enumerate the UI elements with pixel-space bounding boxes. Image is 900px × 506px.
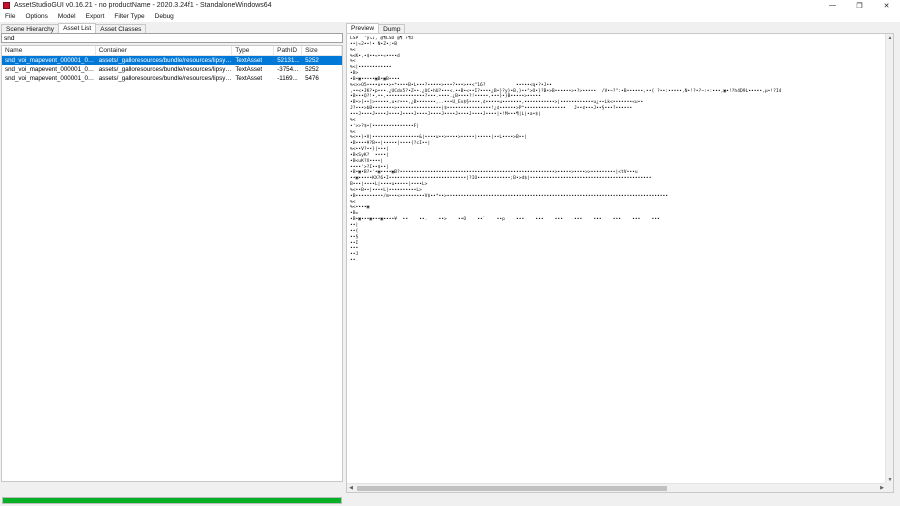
minimize-button[interactable]: — xyxy=(819,0,846,11)
left-tab-strip: Scene Hierarchy Asset List Asset Classes xyxy=(1,23,147,33)
asset-type: TextAsset xyxy=(235,66,263,73)
column-header-pathid[interactable]: PathID xyxy=(274,46,303,55)
menu-bar: File Options Model Export Filter Type De… xyxy=(0,11,900,22)
title-bar: AssetStudioGUI v0.16.21 - no productName… xyxy=(0,0,900,11)
asset-type: TextAsset xyxy=(235,75,263,82)
tab-asset-list[interactable]: Asset List xyxy=(58,23,97,33)
progress-fill xyxy=(3,498,341,503)
progress-bar xyxy=(2,497,342,504)
column-header-size[interactable]: Size xyxy=(302,46,342,55)
scroll-left-icon[interactable]: ◀ xyxy=(347,484,355,492)
asset-row[interactable]: snd_voi_mapevent_000001_0002 assets/_gal… xyxy=(2,74,342,83)
menu-model[interactable]: Model xyxy=(53,13,81,20)
asset-name: snd_voi_mapevent_000001_0001 xyxy=(5,57,96,64)
right-tab-strip: Preview Dump xyxy=(346,23,406,33)
menu-export[interactable]: Export xyxy=(81,13,110,20)
asset-name: snd_voi_mapevent_000001_0002 xyxy=(5,75,96,82)
asset-pathid: -3754... xyxy=(277,66,299,73)
window-title: AssetStudioGUI v0.16.21 - no productName… xyxy=(14,2,272,9)
column-header-type[interactable]: Type xyxy=(232,46,275,55)
asset-size: 5476 xyxy=(305,75,319,82)
horizontal-scroll-thumb[interactable] xyxy=(357,486,667,491)
tab-scene-hierarchy[interactable]: Scene Hierarchy xyxy=(1,24,60,33)
asset-container: assets/_galloresources/bundle/resources/… xyxy=(98,57,233,64)
asset-pathid: 52131... xyxy=(277,57,300,64)
left-pane: Scene Hierarchy Asset List Asset Classes… xyxy=(0,22,344,506)
app-icon xyxy=(3,2,10,9)
asset-list[interactable]: Name Container Type PathID Size snd_voi_… xyxy=(1,45,343,482)
asset-list-header: Name Container Type PathID Size xyxy=(2,46,342,56)
asset-size: 5252 xyxy=(305,57,319,64)
menu-options[interactable]: Options xyxy=(20,13,52,20)
column-header-name[interactable]: Name xyxy=(2,46,96,55)
asset-container: assets/_galloresources/bundle/resources/… xyxy=(98,66,233,73)
menu-debug[interactable]: Debug xyxy=(150,13,179,20)
asset-pathid: -1169... xyxy=(277,75,298,82)
preview-text-box[interactable]: LSP `‘ý↘↓, @¶LSD @¶ ↑¶z ••|«2••!• N•Z•;•B… xyxy=(346,33,894,493)
column-header-container[interactable]: Container xyxy=(96,46,233,55)
asset-type: TextAsset xyxy=(235,57,263,64)
maximize-button[interactable]: ❐ xyxy=(846,0,873,11)
horizontal-scrollbar[interactable]: ◀ ▶ xyxy=(347,483,886,492)
asset-row[interactable]: snd_voi_mapevent_000001_0001 assets/_gal… xyxy=(2,56,342,65)
preview-text: LSP `‘ý↘↓, @¶LSD @¶ ↑¶z ••|«2••!• N•Z•;•B… xyxy=(350,36,878,264)
right-pane: Preview Dump LSP `‘ý↘↓, @¶LSD @¶ ↑¶z ••|«… xyxy=(346,22,900,506)
filter-input[interactable] xyxy=(1,33,343,43)
preview-line: •• xyxy=(350,258,356,264)
menu-filter-type[interactable]: Filter Type xyxy=(109,13,149,20)
scrollbar-corner xyxy=(885,483,893,492)
tab-dump[interactable]: Dump xyxy=(378,24,406,33)
vertical-scrollbar[interactable]: ▲ ▼ xyxy=(885,34,893,484)
asset-container: assets/_galloresources/bundle/resources/… xyxy=(98,75,233,82)
tab-preview[interactable]: Preview xyxy=(346,23,380,33)
scroll-up-icon[interactable]: ▲ xyxy=(886,34,893,42)
window-controls: — ❐ ✕ xyxy=(819,0,900,11)
tab-asset-classes[interactable]: Asset Classes xyxy=(95,24,147,33)
asset-size: 5252 xyxy=(305,66,319,73)
asset-name: snd_voi_mapevent_000001_0003 xyxy=(5,66,96,73)
menu-file[interactable]: File xyxy=(0,13,20,20)
asset-row[interactable]: snd_voi_mapevent_000001_0003 assets/_gal… xyxy=(2,65,342,74)
close-button[interactable]: ✕ xyxy=(873,0,900,11)
